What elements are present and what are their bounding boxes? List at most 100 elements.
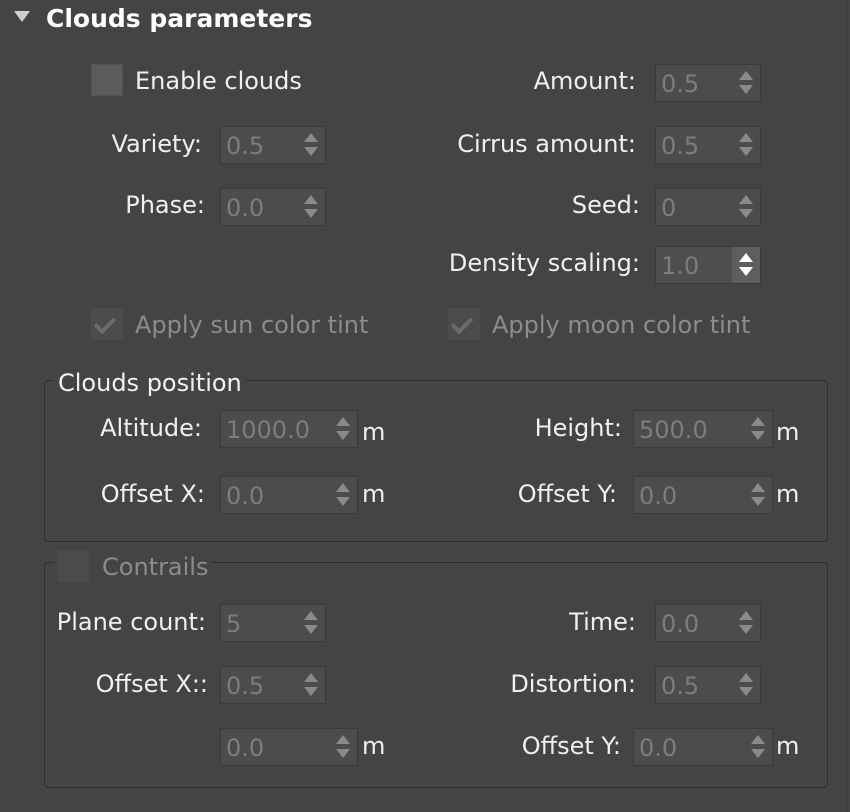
contrails-offset-x2-value[interactable]: 0.0 — [226, 733, 264, 763]
amount-spin-arrows[interactable] — [732, 65, 760, 101]
spin-up-icon[interactable] — [739, 195, 753, 204]
spin-up-icon[interactable] — [751, 483, 765, 492]
apply-sun-tint-label: Apply sun color tint — [135, 311, 369, 339]
spin-down-icon[interactable] — [739, 625, 753, 634]
plane-count-value[interactable]: 5 — [226, 609, 241, 639]
position-offset-x-label: Offset X: — [100, 480, 205, 508]
spin-up-icon[interactable] — [304, 673, 318, 682]
position-offset-x-spin-arrows[interactable] — [329, 477, 357, 513]
clouds-position-title: Clouds position — [54, 368, 246, 398]
distortion-spinner[interactable]: 0.5 — [655, 666, 761, 704]
spin-up-icon[interactable] — [336, 417, 350, 426]
height-spin-arrows[interactable] — [744, 411, 772, 447]
contrails-offset-y-spinner[interactable]: 0.0 — [633, 728, 773, 766]
phase-value[interactable]: 0.0 — [226, 193, 264, 223]
position-offset-y-spinner[interactable]: 0.0 — [633, 476, 773, 514]
altitude-spinner[interactable]: 1000.0 — [220, 410, 358, 448]
spin-up-icon[interactable] — [751, 417, 765, 426]
height-label: Height: — [534, 414, 622, 442]
contrails-offset-y-value[interactable]: 0.0 — [639, 733, 677, 763]
position-offset-x-unit: m — [362, 480, 386, 508]
density-scaling-value[interactable]: 1.0 — [661, 251, 699, 281]
contrails-title: Contrails — [102, 553, 209, 581]
position-offset-y-label: Offset Y: — [517, 480, 617, 508]
spin-up-icon[interactable] — [751, 735, 765, 744]
spin-down-icon[interactable] — [739, 85, 753, 94]
spin-up-icon[interactable] — [336, 483, 350, 492]
height-spinner[interactable]: 500.0 — [633, 410, 773, 448]
position-offset-y-spin-arrows[interactable] — [744, 477, 772, 513]
spin-up-icon[interactable] — [739, 611, 753, 620]
spin-up-icon[interactable] — [336, 735, 350, 744]
spin-up-icon[interactable] — [304, 133, 318, 142]
collapse-triangle-icon[interactable] — [14, 11, 30, 22]
rollout-header[interactable]: Clouds parameters — [0, 0, 850, 40]
contrails-offset-x-value[interactable]: 0.5 — [226, 671, 264, 701]
cirrus-amount-spinner[interactable]: 0.5 — [655, 126, 761, 164]
spin-down-icon[interactable] — [304, 625, 318, 634]
amount-spinner[interactable]: 0.5 — [655, 64, 761, 102]
cirrus-amount-spin-arrows[interactable] — [732, 127, 760, 163]
variety-value[interactable]: 0.5 — [226, 131, 264, 161]
spin-up-icon[interactable] — [739, 133, 753, 142]
spin-down-icon[interactable] — [739, 209, 753, 218]
position-offset-x-spinner[interactable]: 0.0 — [220, 476, 358, 514]
spin-down-icon[interactable] — [304, 687, 318, 696]
contrails-offset-y-spin-arrows[interactable] — [744, 729, 772, 765]
phase-spinner[interactable]: 0.0 — [220, 188, 326, 226]
seed-spin-arrows[interactable] — [732, 189, 760, 225]
phase-spin-arrows[interactable] — [297, 189, 325, 225]
height-value[interactable]: 500.0 — [639, 415, 708, 445]
contrails-offset-x-spinner[interactable]: 0.5 — [220, 666, 326, 704]
contrails-offset-x2-spinner[interactable]: 0.0 — [220, 728, 358, 766]
spin-down-icon[interactable] — [336, 497, 350, 506]
variety-spinner[interactable]: 0.5 — [220, 126, 326, 164]
density-scaling-spin-arrows[interactable] — [732, 247, 760, 283]
spin-down-icon[interactable] — [751, 749, 765, 758]
contrails-offset-x2-spin-arrows[interactable] — [329, 729, 357, 765]
apply-sun-tint-checkbox[interactable] — [91, 308, 123, 340]
distortion-spin-arrows[interactable] — [732, 667, 760, 703]
seed-label: Seed: — [571, 191, 640, 219]
contrails-checkbox[interactable] — [58, 550, 90, 582]
spin-down-icon[interactable] — [751, 431, 765, 440]
spin-up-icon[interactable] — [739, 253, 753, 262]
spin-up-icon[interactable] — [739, 71, 753, 80]
phase-label: Phase: — [125, 191, 205, 219]
spin-down-icon[interactable] — [336, 749, 350, 758]
spin-down-icon[interactable] — [304, 209, 318, 218]
plane-count-spin-arrows[interactable] — [297, 605, 325, 641]
check-icon — [93, 311, 117, 335]
cirrus-amount-value[interactable]: 0.5 — [661, 131, 699, 161]
variety-spin-arrows[interactable] — [297, 127, 325, 163]
spin-up-icon[interactable] — [304, 195, 318, 204]
altitude-spin-arrows[interactable] — [329, 411, 357, 447]
spin-up-icon[interactable] — [304, 611, 318, 620]
seed-value[interactable]: 0 — [661, 193, 676, 223]
spin-down-icon[interactable] — [751, 497, 765, 506]
enable-clouds-checkbox[interactable] — [91, 64, 123, 96]
spin-down-icon[interactable] — [304, 147, 318, 156]
contrails-offset-x-label: Offset X:: — [95, 670, 208, 698]
spin-down-icon[interactable] — [336, 431, 350, 440]
amount-value[interactable]: 0.5 — [661, 69, 699, 99]
position-offset-x-value[interactable]: 0.0 — [226, 481, 264, 511]
time-value[interactable]: 0.0 — [661, 609, 699, 639]
altitude-value[interactable]: 1000.0 — [226, 415, 310, 445]
distortion-value[interactable]: 0.5 — [661, 671, 699, 701]
apply-moon-tint-checkbox[interactable] — [448, 308, 480, 340]
spin-down-icon[interactable] — [739, 147, 753, 156]
spin-up-icon[interactable] — [739, 673, 753, 682]
spin-down-icon[interactable] — [739, 687, 753, 696]
plane-count-spinner[interactable]: 5 — [220, 604, 326, 642]
position-offset-y-value[interactable]: 0.0 — [639, 481, 677, 511]
contrails-offset-y-label: Offset Y: — [521, 732, 621, 760]
time-spinner[interactable]: 0.0 — [655, 604, 761, 642]
seed-spinner[interactable]: 0 — [655, 188, 761, 226]
check-icon — [450, 311, 474, 335]
contrails-offset-x-spin-arrows[interactable] — [297, 667, 325, 703]
distortion-label: Distortion: — [510, 670, 636, 698]
spin-down-icon[interactable] — [739, 267, 753, 276]
density-scaling-spinner[interactable]: 1.0 — [655, 246, 761, 284]
time-spin-arrows[interactable] — [732, 605, 760, 641]
